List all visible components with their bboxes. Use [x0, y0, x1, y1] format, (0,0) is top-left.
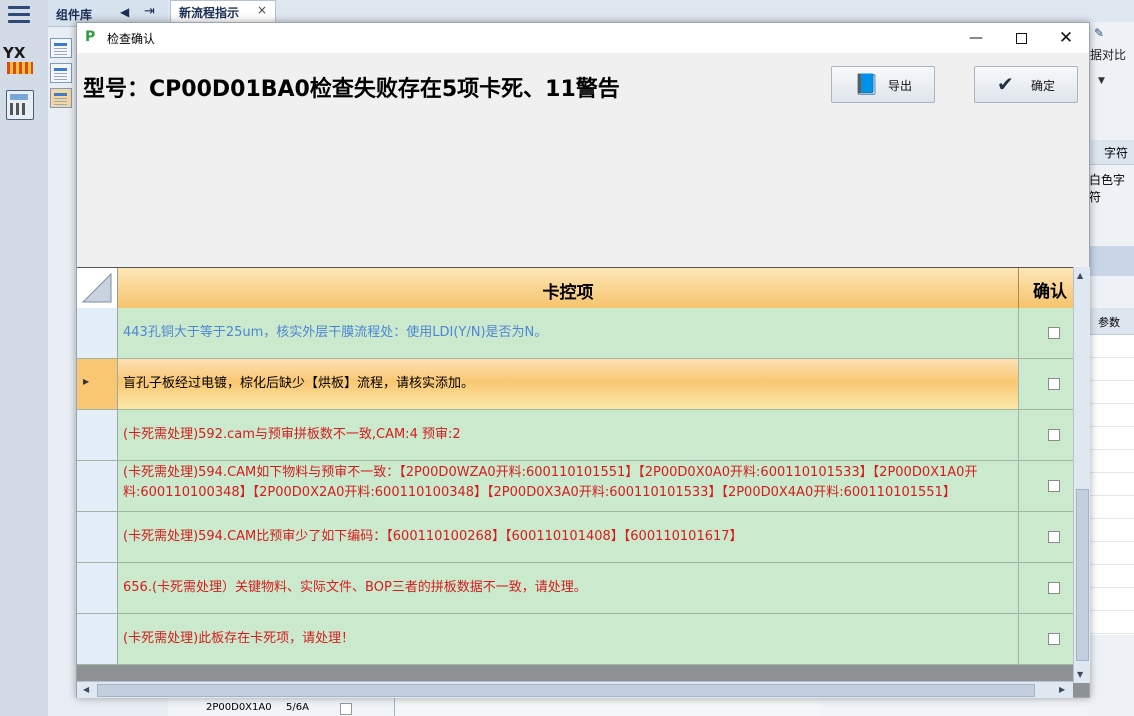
confirm-checkbox[interactable]	[1048, 582, 1060, 594]
control-item-cell: (卡死需处理)594.CAM比预审少了如下编码：【600110100268】【6…	[123, 529, 743, 544]
confirm-cell	[1018, 614, 1074, 664]
export-label: 导出	[888, 79, 913, 93]
control-item-cell: (卡死需处理)594.CAM如下物料与预审不一致：【2P00D0WZA0开料:6…	[123, 465, 978, 500]
close-button[interactable]: ✕	[1043, 23, 1089, 53]
library-title: 组件库	[56, 8, 93, 22]
control-item-cell: 443孔铜大于等于25um，核实外层干膜流程处：使用LDI(Y/N)是否为N。	[123, 325, 548, 340]
tree-panel	[394, 697, 819, 716]
row-header[interactable]	[77, 563, 118, 613]
confirm-cell	[1018, 512, 1074, 562]
row-header[interactable]	[77, 461, 118, 511]
compare-icon[interactable]: ✎	[1094, 26, 1104, 40]
control-item-cell: 盲孔子板经过电镀，棕化后缺少【烘板】流程，请核实添加。	[123, 376, 475, 391]
export-button[interactable]: 📘 导出	[831, 66, 935, 103]
control-item-cell: (卡死需处理)此板存在卡死项，请处理！	[123, 631, 355, 646]
document-tabbar: 新流程指示 ×	[168, 0, 1134, 23]
calculator-icon[interactable]	[6, 90, 34, 120]
maximize-icon	[1015, 32, 1027, 44]
confirm-checkbox[interactable]	[1048, 429, 1060, 441]
confirm-checkbox[interactable]	[1048, 633, 1060, 645]
scroll-left-icon[interactable]: ◀	[83, 685, 89, 694]
table-row[interactable]: 盲孔子板经过电镀，棕化后缺少【烘板】流程，请核实添加。	[77, 359, 1074, 410]
horizontal-scrollbar[interactable]: ◀ ▶	[77, 681, 1073, 698]
result-heading: 型号：CP00D01BA0检查失败存在5项卡死、11警告	[83, 77, 620, 102]
yx-app-icon[interactable]: YX	[3, 44, 35, 76]
confirm-cell	[1018, 359, 1074, 409]
book-icon: 📘	[854, 72, 879, 96]
table-row[interactable]: 443孔铜大于等于25um，核实外层干膜流程处：使用LDI(Y/N)是否为N。	[77, 308, 1073, 359]
library-item-icon[interactable]	[50, 38, 72, 58]
column-header: 字符	[1104, 146, 1129, 160]
table-row[interactable]: (卡死需处理)594.CAM比预审少了如下编码：【600110100268】【6…	[77, 512, 1073, 563]
confirm-button[interactable]: ✔ 确定	[974, 66, 1078, 103]
library-item-icon[interactable]	[50, 88, 72, 108]
grid-cell: 白色字符	[1089, 173, 1126, 204]
library-prev-icon[interactable]: ◀	[120, 5, 129, 19]
tab-close-icon[interactable]: ×	[257, 3, 267, 17]
dropdown-caret-icon[interactable]: ▼	[1098, 76, 1105, 86]
grid-cell: 5/6A	[286, 702, 309, 713]
row-header[interactable]	[77, 308, 118, 358]
app-left-toolbar: YX	[0, 0, 49, 716]
column-header-confirm[interactable]: 确认	[1018, 268, 1074, 308]
grid-rows: 443孔铜大于等于25um，核实外层干膜流程处：使用LDI(Y/N)是否为N。 …	[77, 308, 1074, 665]
tab-label: 新流程指示	[179, 6, 240, 20]
param-grid-rows	[1088, 335, 1134, 635]
column-header: 参数	[1098, 316, 1120, 329]
confirm-cell	[1018, 308, 1074, 358]
table-row[interactable]: (卡死需处理)592.cam与预审拼板数不一致,CAM:4 预审:2	[77, 410, 1073, 461]
confirm-cell	[1018, 563, 1074, 613]
confirm-checkbox[interactable]	[1048, 327, 1060, 339]
corner-triangle-icon	[81, 272, 112, 303]
grid-cell: 2P00D0X1A0	[206, 702, 272, 713]
param-grid-header: 参数	[1088, 308, 1134, 335]
confirm-cell	[1018, 461, 1074, 511]
table-row[interactable]: (卡死需处理)此板存在卡死项，请处理！	[77, 614, 1073, 665]
row-header[interactable]	[77, 410, 118, 460]
confirm-checkbox[interactable]	[1048, 378, 1060, 390]
menu-icon[interactable]	[8, 6, 30, 24]
tab-new-flow[interactable]: 新流程指示 ×	[170, 0, 276, 22]
window-title: 检查确认	[107, 32, 156, 46]
confirm-checkbox[interactable]	[1048, 480, 1060, 492]
row-header[interactable]	[77, 359, 118, 409]
confirm-cell	[1018, 410, 1074, 460]
title-bar[interactable]: P 检查确认 — ✕	[77, 23, 1089, 53]
select-all-corner[interactable]	[77, 268, 118, 308]
row-header[interactable]	[77, 614, 118, 664]
scroll-thumb[interactable]	[97, 684, 1035, 697]
confirm-label: 确定	[1031, 79, 1056, 93]
background-grid-row: 2P00D0X1A0 5/6A	[168, 697, 1088, 716]
scroll-down-icon[interactable]: ▼	[1077, 670, 1083, 679]
compare-button[interactable]: 据对比	[1090, 46, 1126, 63]
check-confirm-dialog: P 检查确认 — ✕ 型号：CP00D01BA0检查失败存在5项卡死、11警告 …	[76, 22, 1090, 698]
scroll-up-icon[interactable]: ▲	[1077, 271, 1083, 280]
row-header[interactable]	[77, 512, 118, 562]
right-panel: ✎ 据对比 ▼ 字符 白色字符 参数	[1088, 22, 1134, 716]
control-items-grid: 卡控项 确认 443孔铜大于等于25um，核实外层干膜流程处：使用LDI(Y/N…	[77, 267, 1090, 698]
check-icon: ✔	[997, 72, 1014, 96]
panel-divider	[1088, 246, 1134, 276]
confirm-checkbox[interactable]	[1048, 531, 1060, 543]
right-grid-header: 字符	[1088, 140, 1134, 165]
scroll-right-icon[interactable]: ▶	[1059, 685, 1065, 694]
library-pin-icon[interactable]: ⇥	[144, 4, 155, 19]
app-logo-icon: P	[85, 29, 96, 45]
control-item-cell: 656.(卡死需处理）关键物料、实际文件、BOP三者的拼板数据不一致，请处理。	[123, 580, 587, 595]
maximize-button[interactable]	[998, 23, 1044, 53]
checkbox[interactable]	[340, 703, 352, 715]
scroll-thumb[interactable]	[1076, 489, 1089, 661]
table-row[interactable]: 656.(卡死需处理）关键物料、实际文件、BOP三者的拼板数据不一致，请处理。	[77, 563, 1073, 614]
grid-header: 卡控项 确认	[77, 267, 1073, 309]
column-header-control-item[interactable]: 卡控项	[118, 278, 1018, 303]
confirm-header-label: 确认	[1033, 282, 1067, 302]
library-item-icon[interactable]	[50, 63, 72, 83]
table-row[interactable]: (卡死需处理)594.CAM如下物料与预审不一致：【2P00D0WZA0开料:6…	[77, 461, 1073, 512]
minimize-button[interactable]: —	[953, 23, 999, 53]
control-item-cell: (卡死需处理)592.cam与预审拼板数不一致,CAM:4 预审:2	[123, 427, 461, 442]
vertical-scrollbar[interactable]: ▲ ▼	[1073, 267, 1090, 683]
